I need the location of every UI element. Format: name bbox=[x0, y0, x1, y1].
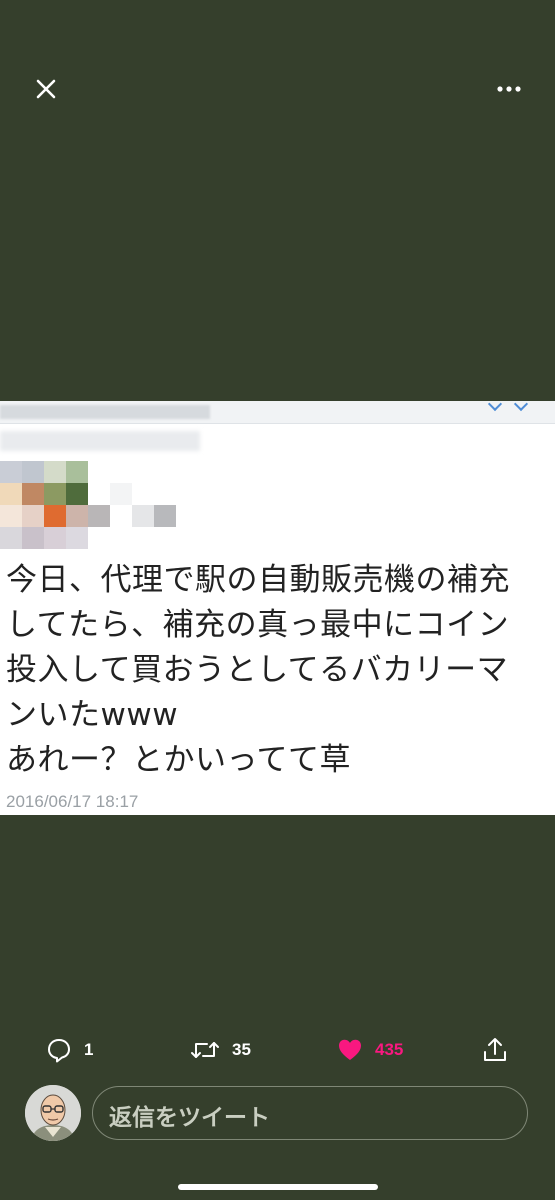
more-options-button[interactable] bbox=[489, 72, 529, 106]
user-avatar-illustration bbox=[25, 1085, 81, 1141]
like-count: 435 bbox=[375, 1040, 404, 1059]
close-button[interactable] bbox=[28, 71, 64, 107]
reply-bubble-icon bbox=[48, 1039, 70, 1063]
reply-count: 1 bbox=[84, 1040, 94, 1059]
avatar[interactable] bbox=[25, 1085, 81, 1141]
post-text: 今日、代理で駅の自動販売機の補充 してたら、補充の真っ最中にコイン 投入して買お… bbox=[6, 558, 551, 783]
divider bbox=[0, 423, 555, 424]
share-button[interactable] bbox=[482, 1030, 508, 1070]
post-text-line: 投入して買おうとしてるバカリーマ bbox=[6, 652, 509, 688]
reply-row: 返信をツイート bbox=[0, 1084, 555, 1144]
retweet-icon bbox=[191, 1042, 219, 1058]
home-indicator[interactable] bbox=[178, 1184, 378, 1190]
reply-button[interactable]: 1 bbox=[46, 1030, 93, 1070]
post-timestamp: 2016/06/17 18:17 bbox=[6, 792, 139, 811]
post-text-line: あれー？とかいってて草 bbox=[6, 742, 351, 778]
top-bar bbox=[0, 0, 555, 170]
pixelated-avatar bbox=[0, 431, 230, 549]
action-bar: 1 35 435 bbox=[0, 1030, 555, 1070]
post-text-line: 今日、代理で駅の自動販売機の補充 bbox=[6, 562, 510, 598]
heart-icon bbox=[339, 1039, 361, 1060]
close-icon bbox=[36, 79, 56, 99]
more-horizontal-icon bbox=[497, 86, 521, 92]
like-button[interactable]: 435 bbox=[337, 1030, 403, 1070]
retweet-button[interactable]: 35 bbox=[190, 1030, 251, 1070]
post-text-line: してたら、補充の真っ最中にコイン bbox=[6, 607, 510, 643]
reply-input[interactable]: 返信をツイート bbox=[92, 1086, 528, 1140]
blurred-header bbox=[0, 405, 210, 419]
post-text-line: ンいたwww bbox=[6, 697, 179, 733]
reply-placeholder: 返信をツイート bbox=[109, 1105, 270, 1131]
retweet-count: 35 bbox=[232, 1040, 251, 1059]
share-icon bbox=[484, 1038, 506, 1061]
